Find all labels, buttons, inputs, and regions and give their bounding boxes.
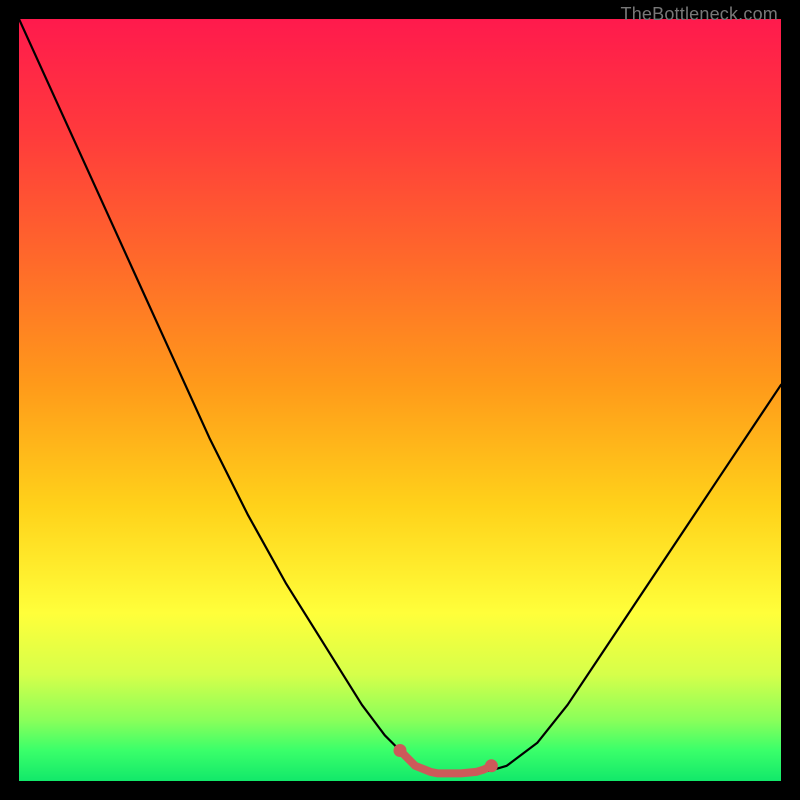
watermark-text: TheBottleneck.com [621,4,778,25]
plot-area [19,19,781,781]
main-curve [19,19,781,773]
bottom-marker [394,744,498,773]
chart-svg [19,19,781,781]
chart-frame: TheBottleneck.com [0,0,800,800]
